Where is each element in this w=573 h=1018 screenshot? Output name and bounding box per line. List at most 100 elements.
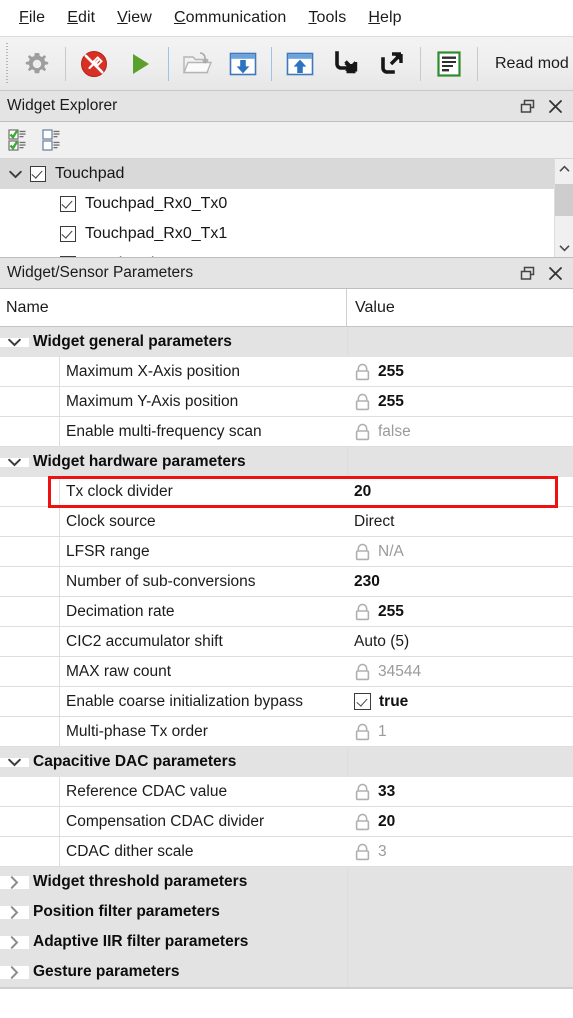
- parameter-name-cell[interactable]: Clock source: [0, 507, 347, 537]
- parameter-row[interactable]: Maximum X-Axis position 255: [0, 357, 573, 387]
- parameter-name-cell[interactable]: Widget threshold parameters: [0, 867, 347, 897]
- parameter-group-row[interactable]: Widget threshold parameters: [0, 867, 573, 897]
- parameter-row[interactable]: Number of sub-conversions 230: [0, 567, 573, 597]
- parameter-value-cell[interactable]: [347, 957, 573, 987]
- parameter-value-cell[interactable]: 20: [347, 477, 573, 507]
- parameter-row[interactable]: CDAC dither scale 3: [0, 837, 573, 867]
- parameter-group-row[interactable]: Adaptive IIR filter parameters: [0, 927, 573, 957]
- menu-communication[interactable]: Communication: [163, 7, 297, 29]
- widget-enable-checkbox[interactable]: [60, 226, 76, 242]
- import-icon[interactable]: [323, 41, 369, 87]
- parameter-name-cell[interactable]: LFSR range: [0, 537, 347, 567]
- parameter-name-cell[interactable]: Tx clock divider: [0, 477, 347, 507]
- parameter-value-cell[interactable]: true: [347, 687, 573, 717]
- parameter-name-cell[interactable]: Reference CDAC value: [0, 777, 347, 807]
- parameter-name-cell[interactable]: Compensation CDAC divider: [0, 807, 347, 837]
- parameter-value-cell[interactable]: 1: [347, 717, 573, 747]
- menu-file[interactable]: File: [8, 7, 56, 29]
- parameter-name-cell[interactable]: CIC2 accumulator shift: [0, 627, 347, 657]
- parameter-group-row[interactable]: Widget hardware parameters: [0, 447, 573, 477]
- chevron-right-icon[interactable]: [0, 965, 29, 979]
- widget-tree-item[interactable]: Touchpad_Rx0_Tx2: [0, 249, 554, 257]
- chevron-down-icon[interactable]: [0, 170, 30, 179]
- parameter-row[interactable]: Enable multi-frequency scan false: [0, 417, 573, 447]
- chevron-down-icon[interactable]: [0, 337, 29, 347]
- parameter-name-cell[interactable]: Number of sub-conversions: [0, 567, 347, 597]
- parameter-value-cell[interactable]: [347, 447, 573, 477]
- parameter-value-cell[interactable]: Auto (5): [347, 627, 573, 657]
- parameter-name-cell[interactable]: Maximum X-Axis position: [0, 357, 347, 387]
- chevron-down-icon[interactable]: [0, 457, 29, 467]
- widget-enable-checkbox[interactable]: [30, 166, 46, 182]
- parameter-name-cell[interactable]: Position filter parameters: [0, 897, 347, 927]
- widget-tree-item[interactable]: Touchpad: [0, 159, 554, 189]
- parameter-value-cell[interactable]: 255: [347, 597, 573, 627]
- column-header-name[interactable]: Name: [0, 289, 347, 326]
- parameter-value-cell[interactable]: [347, 327, 573, 357]
- parameter-row[interactable]: MAX raw count 34544: [0, 657, 573, 687]
- parameter-value-cell[interactable]: 20: [347, 807, 573, 837]
- column-header-value[interactable]: Value: [347, 289, 573, 326]
- disconnect-icon[interactable]: [71, 41, 117, 87]
- parameter-row[interactable]: Multi-phase Tx order 1: [0, 717, 573, 747]
- chevron-down-icon[interactable]: [0, 757, 29, 767]
- scroll-up-icon[interactable]: [555, 159, 573, 178]
- parameter-value-cell[interactable]: 33: [347, 777, 573, 807]
- parameter-row[interactable]: CIC2 accumulator shift Auto (5): [0, 627, 573, 657]
- chevron-right-icon[interactable]: [0, 875, 29, 889]
- widget-tree[interactable]: Touchpad Touchpad_Rx0_Tx0 Touchpad_Rx0_Tx1…: [0, 159, 554, 257]
- parameter-value-cell[interactable]: 230: [347, 567, 573, 597]
- log-icon[interactable]: [426, 41, 472, 87]
- parameter-value-cell[interactable]: 255: [347, 387, 573, 417]
- scrollbar-track[interactable]: [555, 178, 573, 238]
- download-to-device-icon[interactable]: [220, 41, 266, 87]
- parameter-name-cell[interactable]: Widget hardware parameters: [0, 447, 347, 477]
- parameter-name-cell[interactable]: Enable multi-frequency scan: [0, 417, 347, 447]
- parameter-value-cell[interactable]: [347, 927, 573, 957]
- read-mode-label[interactable]: Read mod: [495, 55, 569, 73]
- widget-tree-item[interactable]: Touchpad_Rx0_Tx0: [0, 189, 554, 219]
- parameter-value-cell[interactable]: Direct: [347, 507, 573, 537]
- export-icon[interactable]: [369, 41, 415, 87]
- parameter-name-cell[interactable]: MAX raw count: [0, 657, 347, 687]
- parameter-name-cell[interactable]: Decimation rate: [0, 597, 347, 627]
- parameter-row[interactable]: Clock source Direct: [0, 507, 573, 537]
- parameter-group-row[interactable]: Capacitive DAC parameters: [0, 747, 573, 777]
- chevron-right-icon[interactable]: [0, 905, 29, 919]
- float-icon[interactable]: [513, 261, 541, 285]
- parameter-name-cell[interactable]: Maximum Y-Axis position: [0, 387, 347, 417]
- parameter-row[interactable]: Enable coarse initialization bypass true: [0, 687, 573, 717]
- parameter-row[interactable]: Decimation rate 255: [0, 597, 573, 627]
- parameter-name-cell[interactable]: Enable coarse initialization bypass: [0, 687, 347, 717]
- parameter-value-cell[interactable]: [347, 867, 573, 897]
- menu-view[interactable]: View: [106, 7, 163, 29]
- parameter-name-cell[interactable]: CDAC dither scale: [0, 837, 347, 867]
- parameter-value-cell[interactable]: N/A: [347, 537, 573, 567]
- parameter-row[interactable]: Maximum Y-Axis position 255: [0, 387, 573, 417]
- parameter-group-row[interactable]: Position filter parameters: [0, 897, 573, 927]
- parameter-value-cell[interactable]: 3: [347, 837, 573, 867]
- scroll-down-icon[interactable]: [555, 238, 573, 257]
- upload-from-device-icon[interactable]: [277, 41, 323, 87]
- close-icon[interactable]: [541, 94, 569, 118]
- parameter-value-cell[interactable]: 34544: [347, 657, 573, 687]
- parameter-row[interactable]: Reference CDAC value 33: [0, 777, 573, 807]
- parameter-group-row[interactable]: Gesture parameters: [0, 957, 573, 987]
- menu-help[interactable]: Help: [357, 7, 412, 29]
- parameter-value-cell[interactable]: 255: [347, 357, 573, 387]
- parameter-name-cell[interactable]: Gesture parameters: [0, 957, 347, 987]
- parameter-row[interactable]: LFSR range N/A: [0, 537, 573, 567]
- menu-edit[interactable]: Edit: [56, 7, 106, 29]
- parameter-name-cell[interactable]: Capacitive DAC parameters: [0, 747, 347, 777]
- toolbar-drag-handle[interactable]: [3, 42, 12, 85]
- check-all-icon[interactable]: [4, 125, 34, 155]
- parameter-value-cell[interactable]: [347, 747, 573, 777]
- gear-icon[interactable]: [14, 41, 60, 87]
- menu-tools[interactable]: Tools: [297, 7, 357, 29]
- widget-tree-item[interactable]: Touchpad_Rx0_Tx1: [0, 219, 554, 249]
- parameter-value-cell[interactable]: [347, 897, 573, 927]
- parameter-row[interactable]: Tx clock divider 20: [0, 477, 573, 507]
- play-icon[interactable]: [117, 41, 163, 87]
- parameter-group-row[interactable]: Widget general parameters: [0, 327, 573, 357]
- parameter-value-cell[interactable]: false: [347, 417, 573, 447]
